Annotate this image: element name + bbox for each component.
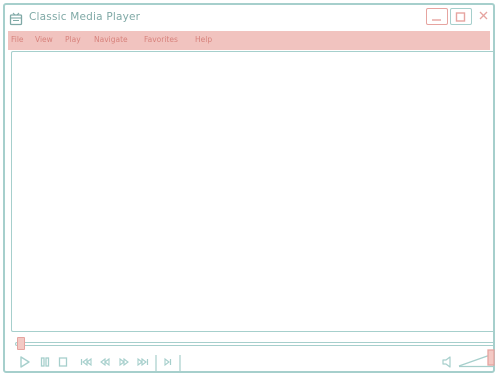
- step-button[interactable]: [162, 355, 174, 369]
- rewind-button[interactable]: [98, 355, 112, 369]
- volume-thumb[interactable]: [487, 349, 495, 367]
- maximize-icon: [455, 12, 466, 22]
- menu-navigate[interactable]: Navigate: [94, 35, 128, 44]
- close-icon: [479, 11, 488, 20]
- next-frame-button[interactable]: [136, 355, 150, 369]
- next-frame-icon: [137, 357, 149, 367]
- pause-button[interactable]: [39, 355, 51, 369]
- menu-view[interactable]: View: [35, 35, 53, 44]
- fast-forward-button[interactable]: [117, 355, 131, 369]
- window-title: Classic Media Player: [29, 11, 141, 23]
- stop-icon: [58, 357, 68, 367]
- close-button[interactable]: [474, 8, 494, 25]
- seek-thumb[interactable]: [17, 337, 25, 350]
- play-icon: [20, 356, 30, 368]
- step-icon: [164, 357, 172, 367]
- seek-bar[interactable]: [15, 342, 493, 346]
- stop-button[interactable]: [57, 355, 69, 369]
- speaker-icon: [442, 356, 451, 368]
- maximize-button[interactable]: [450, 8, 472, 25]
- minimize-button[interactable]: [426, 8, 448, 25]
- mute-button[interactable]: [441, 355, 453, 369]
- media-player-window: Classic Media Player File View Play Navi…: [3, 3, 495, 373]
- play-button[interactable]: [19, 355, 31, 369]
- title-bar[interactable]: Classic Media Player: [5, 5, 493, 31]
- playback-controls: [5, 349, 495, 373]
- menu-bar: File View Play Navigate Favorites Help: [8, 31, 490, 50]
- menu-play[interactable]: Play: [65, 35, 81, 44]
- separator: [178, 355, 182, 371]
- menu-file[interactable]: File: [11, 35, 24, 44]
- pause-icon: [40, 357, 50, 367]
- previous-frame-button[interactable]: [79, 355, 93, 369]
- video-display[interactable]: [11, 51, 493, 332]
- menu-help[interactable]: Help: [195, 35, 212, 44]
- separator: [154, 355, 158, 371]
- fast-forward-icon: [119, 357, 129, 367]
- previous-frame-icon: [80, 357, 92, 367]
- media-player-icon: [9, 11, 23, 26]
- rewind-icon: [100, 357, 110, 367]
- menu-favorites[interactable]: Favorites: [144, 35, 178, 44]
- minimize-icon: [432, 19, 441, 21]
